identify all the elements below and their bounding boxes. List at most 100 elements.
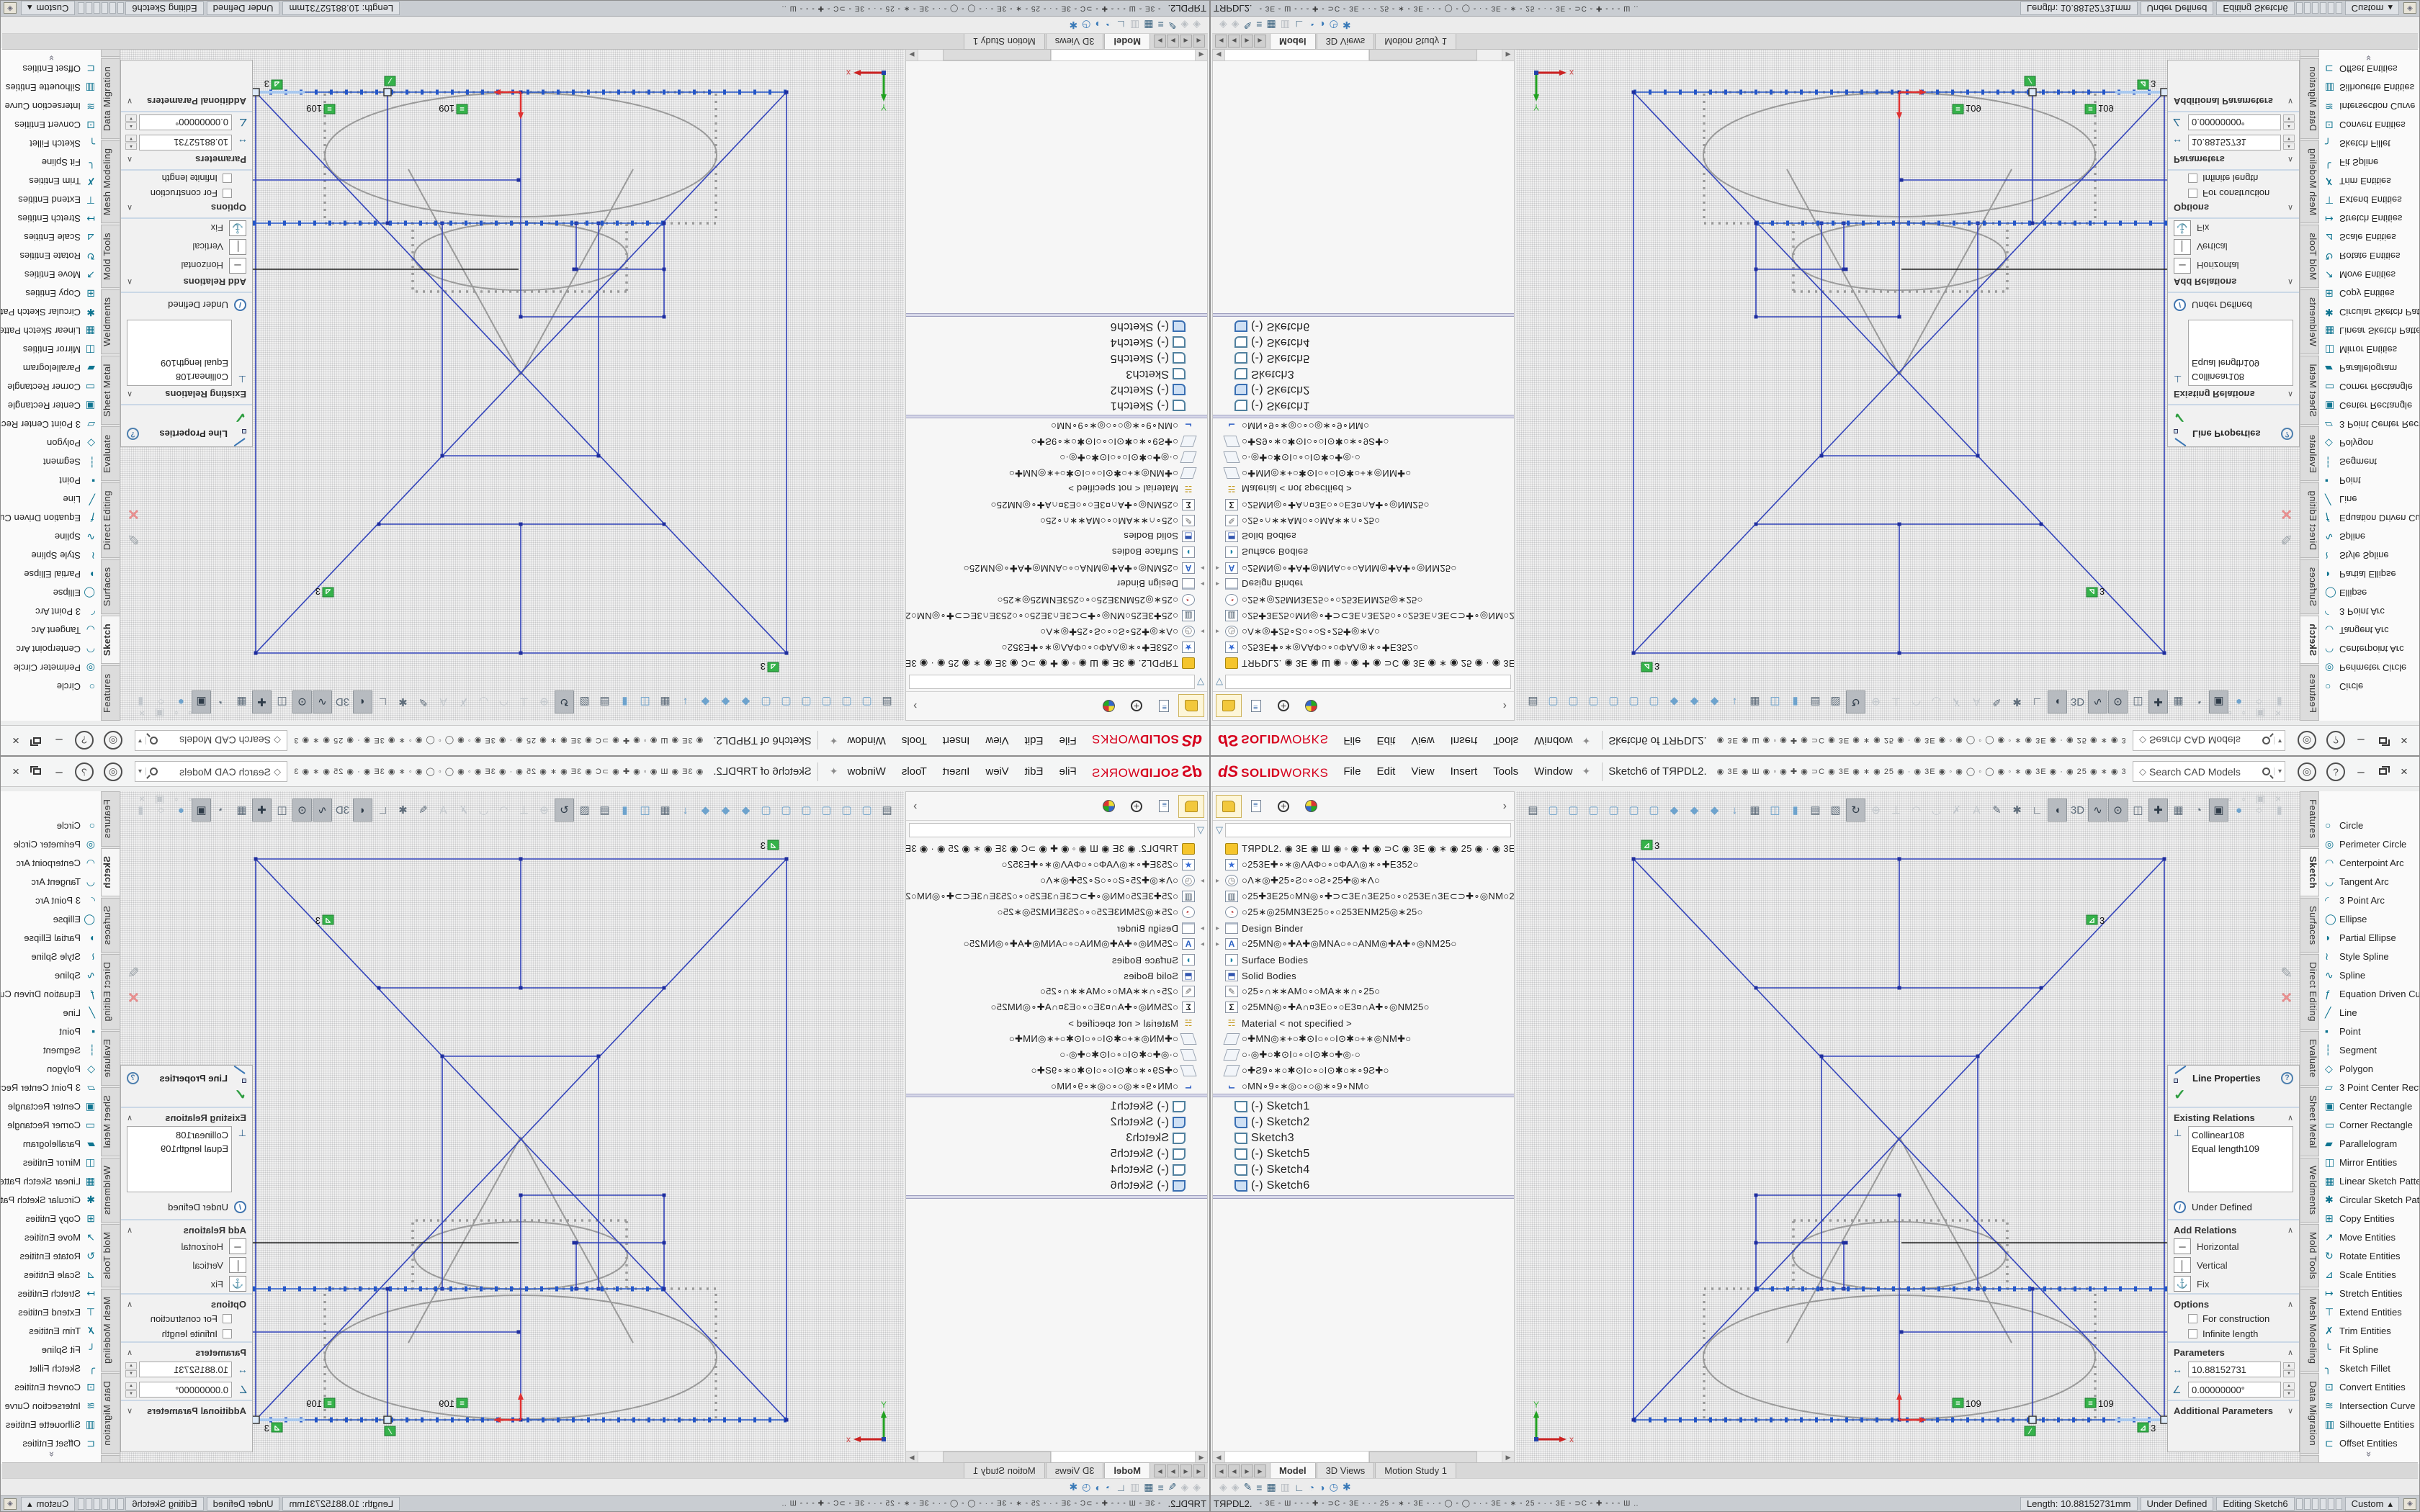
tree-item[interactable]: ▸ ○✚ΜΝ◎∗+○✱⊙Ι○∘○Ι⊙✱○+∗◎ΝΜ✚○: [1213, 465, 1514, 481]
view-toolbar-icon[interactable]: ▥: [1281, 1481, 1290, 1493]
sketch-tool-item[interactable]: ∿ Spline: [2319, 966, 2419, 984]
toolbar-icon[interactable]: ◫: [272, 690, 292, 714]
ghost-window-control-icon[interactable]: ▫: [188, 793, 192, 805]
view-toolbar-icon[interactable]: ◷: [1330, 1481, 1338, 1493]
sketch-tool-item[interactable]: ⊞ Copy Entities: [2319, 284, 2419, 303]
view-toolbar-icon[interactable]: ▥: [1281, 19, 1290, 31]
parameter-value-field[interactable]: 0.00000000°: [2188, 114, 2281, 130]
toolbar-icon[interactable]: ▤: [595, 798, 614, 822]
parameter-value-field[interactable]: 0.00000000°: [139, 114, 232, 130]
close-button[interactable]: ×: [2393, 762, 2415, 781]
collapse-icon[interactable]: ∧: [127, 277, 133, 287]
checkbox[interactable]: [223, 174, 232, 183]
tab-nav-icon[interactable]: ▶: [1167, 35, 1179, 48]
collapse-icon[interactable]: ∧: [127, 1300, 133, 1309]
sketch-tree-item[interactable]: Sketch3: [1213, 366, 1514, 382]
sketch-tool-item[interactable]: ⊞ Copy Entities: [1, 284, 101, 303]
scroll-left-icon[interactable]: ◀: [1213, 49, 1225, 60]
expand-icon[interactable]: ∨: [2287, 96, 2293, 106]
tab-displaymanager[interactable]: [1096, 695, 1122, 718]
expand-arrow-icon[interactable]: ▸: [1216, 580, 1225, 588]
spin-down-icon[interactable]: ▼: [125, 135, 137, 143]
toolbar-icon[interactable]: ◠: [494, 690, 514, 714]
toolbar-icon[interactable]: ⊕: [1866, 690, 1886, 714]
unit-system-selector[interactable]: Custom▴: [2345, 1497, 2399, 1511]
sketch-tool-item[interactable]: ▪ Point: [2319, 472, 2419, 490]
tab-propertymanager[interactable]: [1178, 695, 1204, 718]
expand-icon[interactable]: ∨: [2287, 1406, 2293, 1416]
tree-item[interactable]: ▸ ⌙ ○ΜΝ∘9∘∗◎○∘○◎∗∘9∘ΝΜ○: [1213, 420, 1514, 434]
scrollbar-thumb[interactable]: [1369, 1452, 1477, 1463]
toolbar-icon[interactable]: ⊥: [1886, 798, 1906, 822]
user-account-icon[interactable]: ◎: [104, 732, 122, 750]
commandmanager-tab[interactable]: Data Migration: [2300, 58, 2319, 139]
toolbar-icon[interactable]: ▢: [1543, 690, 1563, 714]
toolbar-icon[interactable]: ⊙: [2108, 798, 2128, 822]
tree-item[interactable]: ▸ A ○25ΜΝ◎∘✚Α✚◎ΜΝΑ○∘○ΑΝΜ◎✚Α✚∘◎ΝΜ25○: [906, 936, 1207, 952]
sketch-tool-item[interactable]: ◎ Perimeter Circle: [1, 659, 101, 678]
document-tab[interactable]: 3D Views: [1317, 34, 1375, 50]
sketch-tool-item[interactable]: ◇ Polygon: [1, 1059, 101, 1078]
spin-down-icon[interactable]: ▼: [2283, 135, 2295, 143]
toolbar-icon[interactable]: ◫: [2128, 798, 2148, 822]
search-input[interactable]: Search CAD Models: [161, 766, 271, 778]
view-toolbar-icon[interactable]: ◈: [1180, 1481, 1188, 1493]
commandmanager-tab[interactable]: Mold Tools: [2300, 225, 2319, 288]
existing-relations-header[interactable]: Existing Relations: [133, 1112, 246, 1123]
menu-item[interactable]: Window: [1526, 730, 1580, 751]
sketch-tool-item[interactable]: ▭ Corner Rectangle: [2319, 378, 2419, 397]
toolbar-icon[interactable]: ◆: [716, 798, 735, 822]
view-toolbar-icon[interactable]: ◑: [1319, 1482, 1325, 1493]
tree-splitter-2[interactable]: [906, 314, 1207, 318]
collapse-icon[interactable]: ∧: [127, 1113, 133, 1122]
edit-sketch-icon[interactable]: ✎: [2280, 964, 2293, 982]
sketch-tool-item[interactable]: ▣ Center Rectangle: [2319, 1097, 2419, 1115]
sketch-tool-item[interactable]: ╱ Line: [1, 490, 101, 509]
view-toolbar-icon[interactable]: ∟: [1116, 19, 1126, 31]
tree-item[interactable]: ▸ Σ ○25ΜΝ◎∘✚Α∩¤3Ε○∘○Ε3¤∩Α✚∘◎ΝΜ25○: [906, 497, 1207, 513]
sketch-tool-item[interactable]: ⊤ Extend Entities: [1, 1302, 101, 1321]
tree-splitter[interactable]: [1213, 415, 1514, 419]
toolbar-icon[interactable]: ▢: [1644, 798, 1664, 822]
ghost-window-control-icon[interactable]: ▫: [188, 707, 192, 719]
collapse-icon[interactable]: ∧: [127, 1348, 133, 1357]
commandmanager-tab[interactable]: Sketch: [2300, 616, 2319, 664]
add-relation-button[interactable]: ─ Horizontal: [121, 256, 252, 275]
sketch-tool-item[interactable]: ↗ Move Entities: [1, 1228, 101, 1246]
cancel-sketch-icon[interactable]: ×: [2281, 986, 2292, 1009]
commandmanager-tab[interactable]: Data Migration: [101, 1373, 120, 1454]
view-toolbar-icon[interactable]: ▦: [1144, 1481, 1153, 1493]
pin-menu-icon[interactable]: ✦: [1582, 765, 1591, 778]
tree-item[interactable]: ▸ ◗ Surface Bodies: [1213, 544, 1514, 560]
tree-item[interactable]: ▸ ○·◎✚○✱⊙Ι○∘○Ι⊙✱○✚◎·○: [906, 449, 1207, 465]
sketch-tree-item[interactable]: (-) Sketch5: [1213, 1146, 1514, 1162]
toolbar-icon[interactable]: ⊙: [292, 798, 312, 822]
sketch-tool-item[interactable]: ✗ Trim Entities: [2319, 1321, 2419, 1340]
parameter-value-field[interactable]: 0.00000000°: [139, 1382, 232, 1398]
expand-arrow-icon[interactable]: ▸: [1195, 564, 1204, 572]
tree-item[interactable]: ▸ ⬒ Solid Bodies: [1213, 528, 1514, 544]
toolbar-icon[interactable]: ◆: [1664, 690, 1684, 714]
tree-splitter[interactable]: [906, 415, 1207, 419]
sketch-tool-item[interactable]: ▪ Point: [2319, 1022, 2419, 1040]
menu-item[interactable]: Edit: [1017, 730, 1052, 751]
collapse-icon[interactable]: ∧: [2287, 1225, 2293, 1235]
tree-item[interactable]: ▸ TЯPDL2. ◉ 3Ε ◉ Ш ◉ ◦ ◉ ✚ ◉ ⊃C ◉ 3Ε ◉ ∗…: [1213, 655, 1514, 671]
toolbar-icon[interactable]: ∿: [2088, 798, 2107, 822]
checkbox[interactable]: [2188, 174, 2197, 183]
sketch-tool-item[interactable]: ◫ Mirror Entities: [2319, 1153, 2419, 1171]
toolbar-icon[interactable]: ▤: [1523, 690, 1543, 714]
tree-item[interactable]: ▸ ○✚Ƨ9∘∗○✱⊙Ι○∘○Ι⊙✱○∗∘9Ƨ✚○: [906, 1063, 1207, 1079]
sketch-tree-item[interactable]: (-) Sketch4: [1213, 335, 1514, 351]
sketch-tool-item[interactable]: ∿ Spline: [1, 528, 101, 546]
sketch-tool-item[interactable]: ≀ Style Spline: [2319, 546, 2419, 565]
sketch-tool-item[interactable]: ⊿ Scale Entities: [1, 1265, 101, 1284]
sketch-tool-item[interactable]: ⊤ Extend Entities: [1, 191, 101, 210]
scroll-left-icon[interactable]: ◀: [1195, 49, 1207, 60]
sketch-tree-item[interactable]: (-) Sketch1: [1213, 398, 1514, 414]
sketch-tree-item[interactable]: (-) Sketch2: [1213, 382, 1514, 398]
toolbar-icon[interactable]: ↓: [676, 690, 695, 714]
sketch-tree-item[interactable]: (-) Sketch1: [906, 398, 1207, 414]
commandmanager-tab[interactable]: Direct Editing: [2300, 482, 2319, 558]
toolbar-icon[interactable]: ▤: [877, 798, 897, 822]
